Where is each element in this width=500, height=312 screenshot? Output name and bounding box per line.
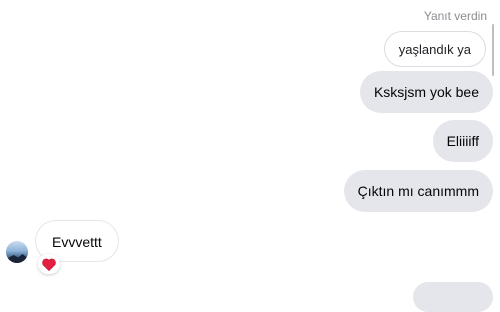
reply-indicator: Yanıt verdin	[423, 9, 487, 23]
outgoing-message-partial[interactable]	[413, 282, 493, 312]
outgoing-message[interactable]: Ksksjsm yok bee	[359, 71, 493, 113]
outgoing-message[interactable]: Eliiiiff	[432, 120, 493, 162]
quoted-message[interactable]: yaşlandık ya	[383, 31, 486, 67]
scrollbar-thumb[interactable]	[492, 24, 494, 76]
reaction-badge[interactable]	[38, 254, 60, 274]
heart-icon	[42, 258, 56, 271]
contact-avatar[interactable]	[6, 241, 28, 263]
outgoing-message[interactable]: Çıktın mı canımmm	[343, 170, 493, 212]
